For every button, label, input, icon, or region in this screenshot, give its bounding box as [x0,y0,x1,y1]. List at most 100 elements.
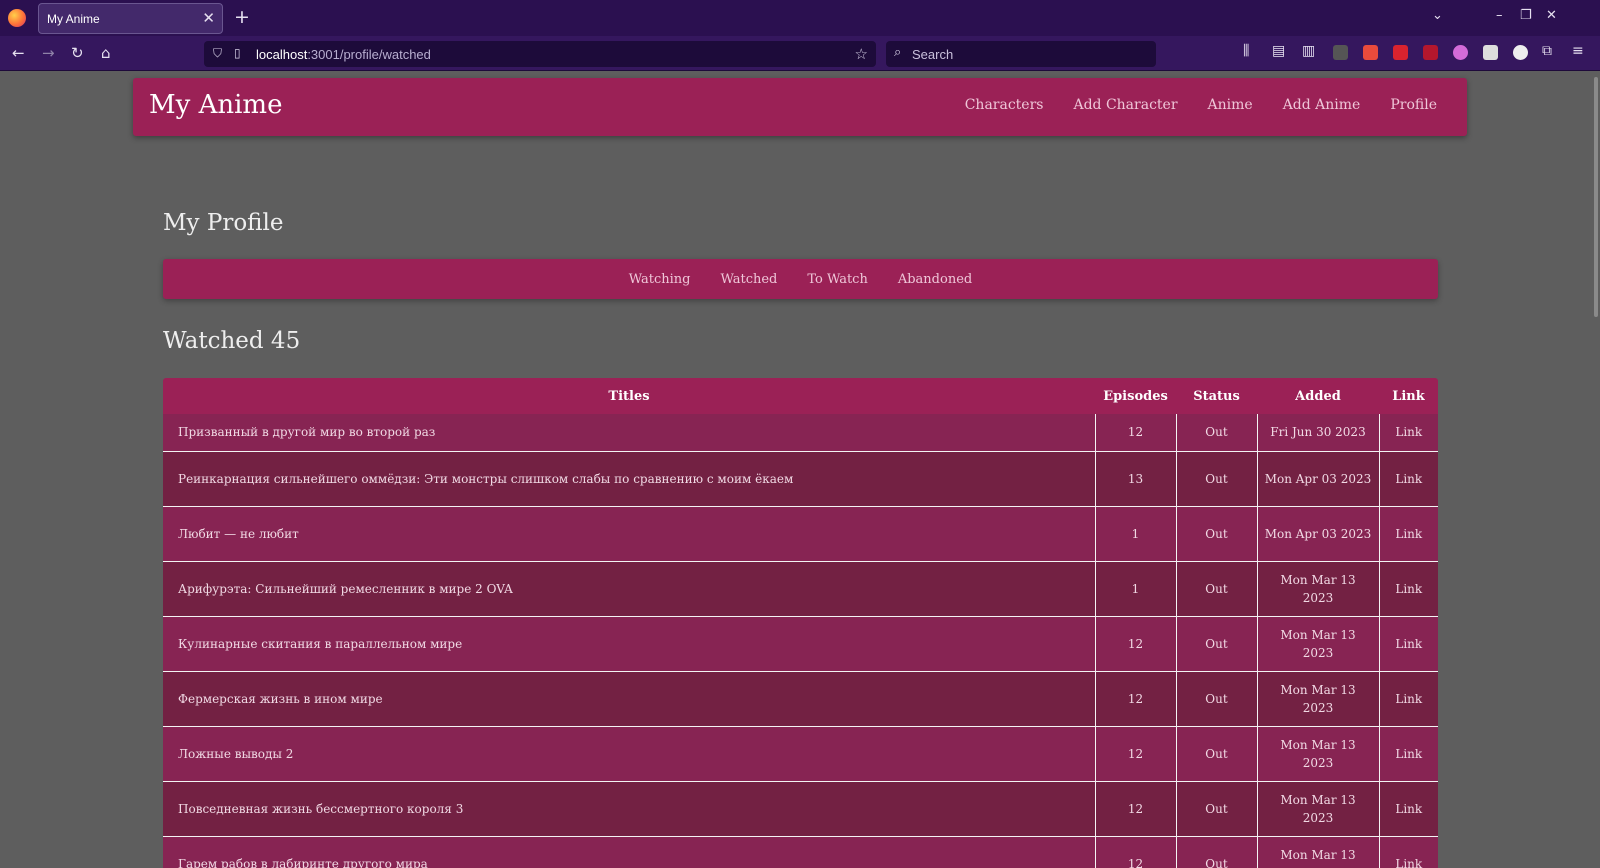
table-row: Арифурэта: Сильнейший ремесленник в мире… [163,561,1438,617]
cell-added: Mon Mar 13 2023 [1257,836,1380,868]
menu-profile[interactable]: Profile [1390,97,1437,113]
cell-link[interactable]: Link [1379,506,1438,562]
cell-link[interactable]: Link [1379,836,1438,868]
cell-episodes: 12 [1095,781,1177,837]
cell-episodes: 12 [1095,836,1177,868]
tab-list-chevron-icon[interactable]: ⌄ [1432,8,1443,23]
home-icon[interactable]: ⌂ [101,44,111,62]
table-row: Ложные выводы 2 12 Out Mon Mar 13 2023 Link [163,726,1438,782]
column-header-link: Link [1379,378,1438,414]
search-icon: ⌕ [894,45,902,60]
hamburger-menu-icon[interactable]: ≡ [1572,43,1584,59]
extensions-puzzle-icon[interactable]: ⧉ [1542,43,1552,59]
cell-status: Out [1176,561,1258,617]
cell-link[interactable]: Link [1379,781,1438,837]
url-bar[interactable]: ⛉ ▯ localhost:3001/profile/watched ☆ [204,41,876,67]
column-header-added: Added [1257,378,1379,414]
reader-view-icon[interactable]: ▤ [1272,43,1285,59]
extension-icon[interactable] [1393,45,1408,60]
menu-characters[interactable]: Characters [965,97,1044,113]
cell-status: Out [1176,836,1258,868]
column-header-status: Status [1176,378,1257,414]
column-header-episodes: Episodes [1095,378,1176,414]
cell-status: Out [1176,616,1258,672]
cell-link[interactable]: Link [1379,414,1438,452]
extension-icon[interactable] [1363,45,1378,60]
cell-title: Ложные выводы 2 [163,726,1096,782]
browser-tab-bar: My Anime ✕ + ⌄ – ❐ ✕ [0,0,1600,36]
extension-grid-icon[interactable]: ▥ [1302,43,1315,59]
cell-added: Mon Mar 13 2023 [1257,616,1380,672]
cell-status: Out [1176,451,1258,507]
restore-icon[interactable]: ❐ [1520,8,1532,23]
cell-title: Реинкарнация сильнейшего оммёдзи: Эти мо… [163,451,1096,507]
cell-added: Mon Mar 13 2023 [1257,726,1380,782]
menu-anime[interactable]: Anime [1208,97,1253,113]
cell-status: Out [1176,781,1258,837]
search-bar[interactable]: ⌕ Search [886,41,1156,67]
cell-link[interactable]: Link [1379,726,1438,782]
firefox-logo-icon [8,9,26,27]
table-row: Любит — не любит 1 Out Mon Apr 03 2023 Link [163,506,1438,562]
new-tab-button[interactable]: + [234,6,250,28]
cell-title: Гарем рабов в лабиринте другого мира [163,836,1096,868]
cell-status: Out [1176,726,1258,782]
scrollbar-thumb[interactable] [1594,77,1598,317]
browser-tab[interactable]: My Anime ✕ [38,3,223,34]
cell-title: Арифурэта: Сильнейший ремесленник в мире… [163,561,1096,617]
cell-episodes: 13 [1095,451,1177,507]
menu-add-anime[interactable]: Add Anime [1283,97,1361,113]
cell-status: Out [1176,671,1258,727]
site-brand[interactable]: My Anime [149,90,282,120]
tab-watched[interactable]: Watched [720,272,777,287]
extension-icon[interactable] [1453,45,1468,60]
cell-episodes: 12 [1095,414,1177,452]
cell-title: Повседневная жизнь бессмертного короля 3 [163,781,1096,837]
tab-abandoned[interactable]: Abandoned [898,272,972,287]
extension-icon[interactable] [1483,45,1498,60]
cell-added: Mon Apr 03 2023 [1257,506,1380,562]
cell-added: Mon Mar 13 2023 [1257,781,1380,837]
column-header-titles: Titles [163,378,1095,414]
forward-icon[interactable]: → [42,44,55,62]
cell-link[interactable]: Link [1379,561,1438,617]
page-scrollbar[interactable] [1592,71,1600,868]
cell-link[interactable]: Link [1379,616,1438,672]
cell-episodes: 1 [1095,506,1177,562]
reload-icon[interactable]: ↻ [71,44,84,62]
table-header-row: Titles Episodes Status Added Link [163,378,1438,414]
url-text[interactable]: localhost:3001/profile/watched [256,47,431,62]
cell-status: Out [1176,506,1258,562]
extension-icon[interactable] [1513,45,1528,60]
back-icon[interactable]: ← [12,44,25,62]
cell-added: Fri Jun 30 2023 [1257,414,1380,452]
menu-add-character[interactable]: Add Character [1073,97,1177,113]
cell-title: Фермерская жизнь в ином мире [163,671,1096,727]
bookmark-star-icon[interactable]: ☆ [855,45,868,63]
page-title: My Profile [163,210,284,236]
close-tab-icon[interactable]: ✕ [202,9,215,27]
table-row: Фермерская жизнь в ином мире 12 Out Mon Mar… [163,671,1438,727]
table-row: Кулинарные скитания в параллельном мире 1… [163,616,1438,672]
shield-icon[interactable]: ⛉ [213,46,222,61]
library-icon[interactable]: ⫼ [1243,43,1249,59]
cell-added: Mon Mar 13 2023 [1257,671,1380,727]
ublock-icon[interactable] [1423,45,1438,60]
cell-title: Призванный в другой мир во второй раз [163,414,1096,452]
watched-table: Titles Episodes Status Added Link Призва… [163,378,1438,868]
extension-icon[interactable] [1333,45,1348,60]
cell-title: Кулинарные скитания в параллельном мире [163,616,1096,672]
cell-link[interactable]: Link [1379,451,1438,507]
tab-watching[interactable]: Watching [629,272,691,287]
table-row: Реинкарнация сильнейшего оммёдзи: Эти мо… [163,451,1438,507]
url-host: localhost [256,47,308,62]
cell-link[interactable]: Link [1379,671,1438,727]
tab-to-watch[interactable]: To Watch [807,272,867,287]
page-icon[interactable]: ▯ [234,46,241,60]
search-placeholder: Search [912,47,954,62]
profile-tabs: Watching Watched To Watch Abandoned [163,259,1438,299]
close-window-icon[interactable]: ✕ [1546,8,1557,23]
watched-table-container: Titles Episodes Status Added Link Призва… [163,378,1438,868]
section-title: Watched 45 [163,328,301,354]
minimize-icon[interactable]: – [1496,8,1503,23]
